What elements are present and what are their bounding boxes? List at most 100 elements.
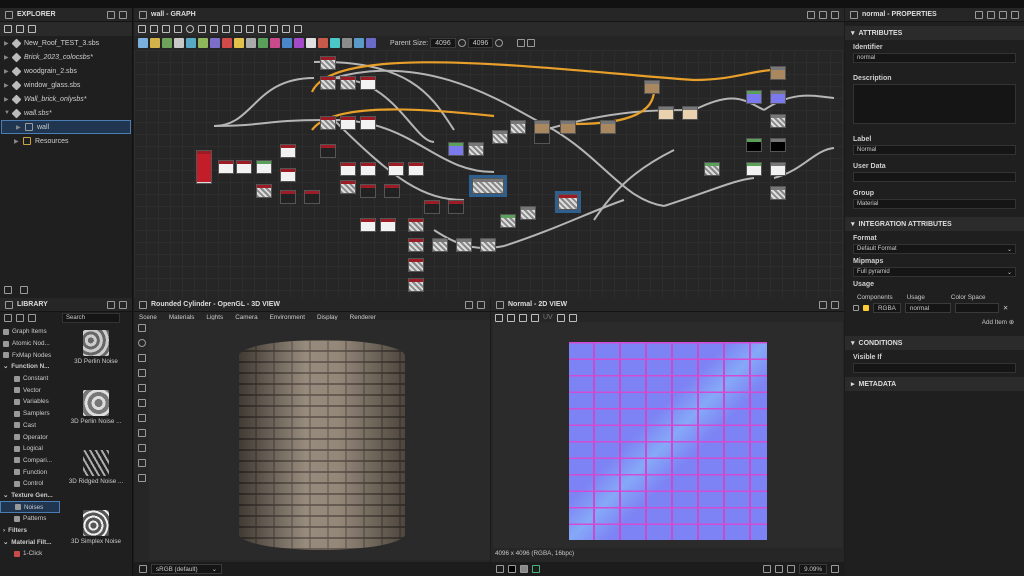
integration-section[interactable]: ▾ INTEGRATION ATTRIBUTES [845,217,1024,231]
tree-item[interactable]: Operator [0,431,60,443]
library-item[interactable]: 3D Ridged Noise ... [62,446,130,506]
label-field[interactable]: Normal [853,145,1016,155]
graph-node[interactable] [560,120,576,134]
cube-wire-icon[interactable] [138,429,146,437]
stats-icon[interactable] [138,474,146,482]
graph-node[interactable] [360,218,376,232]
tree-item[interactable]: Variables [0,396,60,408]
alpha-icon[interactable] [520,565,528,573]
normal-icon[interactable] [270,38,280,48]
graph-node[interactable] [236,160,252,174]
tree-item[interactable]: Cast [0,420,60,432]
graph-node[interactable] [360,76,376,90]
graph-node[interactable] [340,180,356,194]
save-icon[interactable] [507,313,515,322]
graph-node[interactable] [424,200,440,214]
close-icon[interactable] [477,300,485,309]
graph-node[interactable] [432,238,448,252]
graph-node[interactable] [340,162,356,176]
graph-node[interactable] [408,258,424,272]
zoom-reset-icon[interactable] [831,565,839,573]
3d-viewport[interactable] [149,320,490,560]
chevron-right-icon[interactable]: ▶ [4,82,9,89]
graph-node[interactable] [360,184,376,198]
function-icon[interactable] [174,25,182,33]
graph-node[interactable] [644,80,660,94]
graph-node[interactable] [388,162,404,176]
tree-item[interactable]: 1-Click [0,548,60,560]
pin-icon[interactable] [975,10,983,19]
graph-canvas[interactable] [134,50,844,298]
info-icon[interactable] [556,313,565,322]
graph-node[interactable] [448,200,464,214]
fit-icon[interactable] [495,313,503,322]
save-icon[interactable] [28,25,36,33]
graph-node[interactable] [384,184,400,198]
graph-node[interactable] [280,168,296,182]
color-space-select[interactable] [954,303,999,313]
pin-icon[interactable] [107,10,115,19]
file-item[interactable]: ▶ window_glass.sbs [0,78,132,92]
emboss-icon[interactable] [210,38,220,48]
pin-icon[interactable] [807,10,815,19]
plane-icon[interactable] [138,444,146,452]
graph-node[interactable] [196,150,212,184]
folder-icon[interactable] [16,314,24,322]
visible-if-field[interactable] [853,363,1016,373]
curve-node-icon[interactable] [174,38,184,48]
file-item[interactable]: ▶ Wall_brick_onlysbs* [0,92,132,106]
graph-node[interactable] [340,116,356,130]
fxmap-icon[interactable] [330,38,340,48]
distance-icon[interactable] [198,38,208,48]
graph-node[interactable] [256,184,272,198]
graph-node[interactable] [534,120,550,134]
lock-icon[interactable] [987,10,995,19]
close-icon[interactable] [1011,10,1019,19]
output-node[interactable] [746,162,762,176]
tree-item[interactable]: Compari... [0,455,60,467]
chevron-right-icon[interactable]: ▶ [4,40,9,47]
open-icon[interactable] [16,25,24,33]
graph-node[interactable] [704,162,720,176]
directional-blur-icon[interactable] [186,38,196,48]
pin-icon[interactable] [465,300,473,309]
graph-node[interactable] [408,218,424,232]
library-item[interactable]: 3D Perlin Noise ... [62,386,130,446]
remove-icon[interactable]: ✕ [1003,305,1008,312]
align-left-icon[interactable] [210,25,218,33]
identifier-field[interactable]: normal [853,53,1016,63]
fit-icon[interactable] [763,565,772,573]
text-icon[interactable] [306,38,316,48]
chevron-down-icon[interactable]: ▼ [4,110,10,116]
chevron-right-icon[interactable]: ▶ [4,68,9,75]
link-icon[interactable] [4,286,12,294]
close-icon[interactable] [119,10,127,19]
tree-item[interactable]: Atomic Nod... [0,338,60,350]
graph-node[interactable] [380,218,396,232]
tree-item[interactable]: ⌄ Material Filt... [0,536,60,548]
link-icon[interactable] [457,39,466,47]
tree-item[interactable]: ⌄ Function N... [0,361,60,373]
chevron-right-icon[interactable]: ▶ [16,124,21,131]
output-node[interactable] [770,162,786,176]
light-icon[interactable] [138,339,146,347]
graph-node[interactable] [256,160,272,174]
graph-node[interactable] [320,76,336,90]
graph-node[interactable] [280,190,296,204]
pin-node-icon[interactable] [270,25,278,33]
add-item-button[interactable]: Add Item [982,319,1007,326]
image-icon[interactable] [138,354,146,362]
reset-icon[interactable] [495,39,504,47]
chevron-right-icon[interactable]: ▶ [14,138,19,145]
pin-icon[interactable] [819,300,827,309]
add-icon[interactable]: ⊕ [1009,319,1014,326]
layers-icon[interactable] [138,459,146,467]
tree-item[interactable]: Logical [0,443,60,455]
edit-icon[interactable] [28,314,36,322]
graph-node[interactable] [658,106,674,120]
graph-node[interactable] [360,162,376,176]
channels-node-icon[interactable] [162,38,172,48]
output-node[interactable] [770,138,786,152]
histogram-icon[interactable] [568,313,577,322]
group-field[interactable]: Material [853,199,1016,209]
